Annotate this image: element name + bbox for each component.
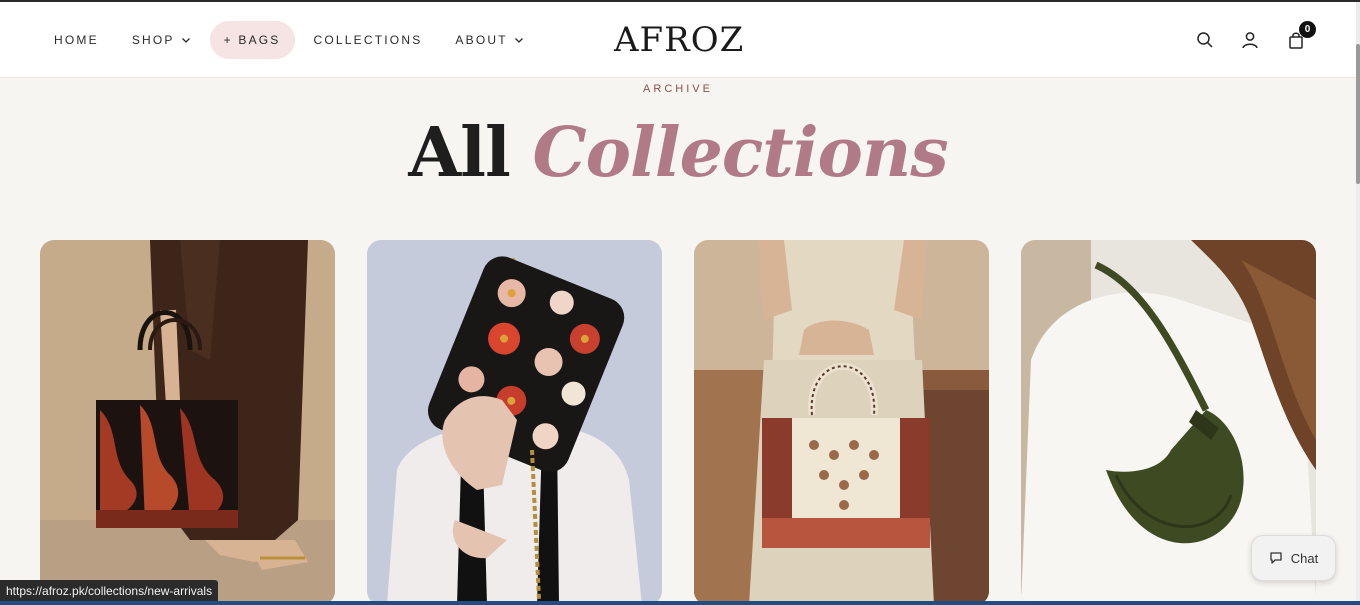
collection-card-2[interactable] — [367, 240, 662, 605]
nav-collections[interactable]: COLLECTIONS — [300, 21, 437, 59]
window-bottom-border — [0, 601, 1360, 605]
nav-bags[interactable]: + BAGS — [209, 21, 295, 59]
cart-count-badge: 0 — [1299, 21, 1316, 38]
title-accent: Collections — [532, 113, 948, 193]
chevron-down-icon — [514, 38, 523, 43]
collection-image-2 — [367, 240, 662, 605]
collection-image-3 — [694, 240, 989, 605]
collection-card-3[interactable] — [694, 240, 989, 605]
nav-shop-label: SHOP — [131, 33, 175, 47]
section-eyebrow: ARCHIVE — [643, 83, 713, 95]
nav-shop[interactable]: SHOP — [118, 21, 205, 59]
nav-about[interactable]: ABOUT — [441, 21, 537, 59]
main-nav: HOME SHOP + BAGS COLLECTIONS ABOUT — [40, 2, 543, 78]
scrollbar-thumb[interactable] — [1356, 44, 1360, 184]
collection-card-1[interactable] — [40, 240, 335, 605]
chat-label: Chat — [1290, 550, 1319, 566]
account-icon — [1242, 32, 1258, 49]
search-icon — [1197, 32, 1213, 48]
page-title: All Collections — [0, 110, 1356, 196]
nav-bags-label: + BAGS — [223, 33, 281, 47]
search-button[interactable] — [1193, 28, 1217, 52]
nav-home-label: HOME — [54, 33, 99, 47]
collection-image-1 — [40, 240, 335, 605]
nav-collections-label: COLLECTIONS — [313, 33, 423, 47]
browser-status-url: https://afroz.pk/collections/new-arrival… — [0, 580, 219, 602]
chevron-down-icon — [181, 38, 190, 43]
site-header: HOME SHOP + BAGS COLLECTIONS ABOUT AFROZ — [0, 2, 1360, 78]
chat-bubble-icon — [1270, 552, 1282, 564]
nav-home[interactable]: HOME — [40, 21, 113, 59]
chat-button[interactable]: Chat — [1251, 535, 1336, 581]
account-button[interactable] — [1238, 28, 1262, 52]
title-plain: All — [408, 113, 510, 193]
nav-about-label: ABOUT — [455, 33, 508, 47]
site-logo[interactable]: AFROZ — [614, 20, 744, 60]
